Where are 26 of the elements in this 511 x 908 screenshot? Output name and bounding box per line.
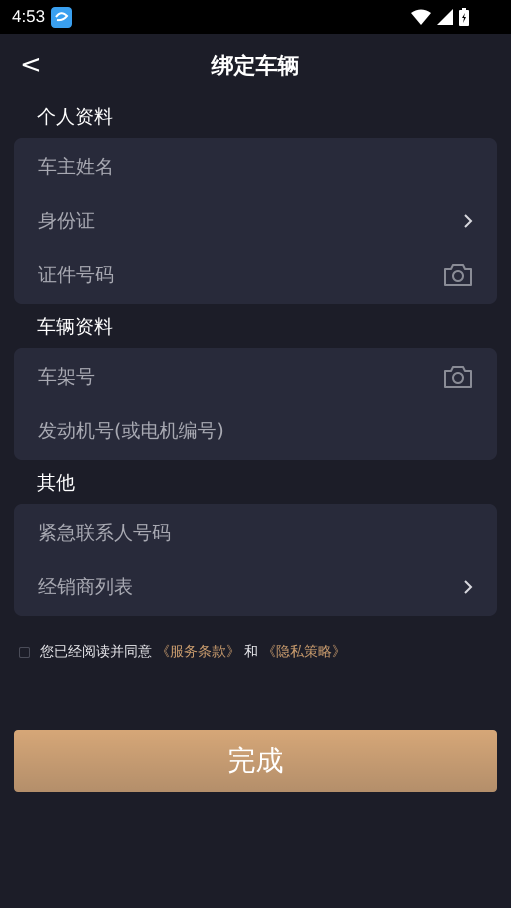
camera-icon[interactable] [443,365,473,389]
chevron-icon[interactable] [463,579,473,595]
conjunction-text: 和 [244,643,258,661]
privacy-link[interactable]: 《隐私策略》 [262,643,346,661]
agreement-text: 您已经阅读并同意 [40,643,152,661]
agreement-checkbox[interactable] [19,646,30,658]
input-field[interactable]: 发动机号(或电机编号) [38,420,473,442]
signal-icon [437,9,453,25]
section-title: 车辆资料 [36,315,114,340]
input-field[interactable]: 证件号码 [38,264,443,286]
section-title: 个人资料 [36,105,114,130]
status-time: 4:53 [12,7,46,27]
input-field[interactable]: 紧急联系人号码 [38,522,473,544]
chevron-icon[interactable] [463,213,473,229]
input-field[interactable]: 车主姓名 [38,156,473,178]
back-button[interactable]: < [14,50,48,80]
camera-icon[interactable] [443,263,473,287]
app-icon [51,6,72,28]
wifi-icon [411,9,431,25]
page-title: 绑定车辆 [212,52,300,81]
terms-link[interactable]: 《服务条款》 [156,643,240,661]
input-field[interactable]: 经销商列表 [38,576,463,598]
battery-icon [459,8,469,26]
section-title: 其他 [36,471,76,496]
input-field[interactable]: 车架号 [38,366,443,388]
input-field[interactable]: 身份证 [38,210,463,232]
